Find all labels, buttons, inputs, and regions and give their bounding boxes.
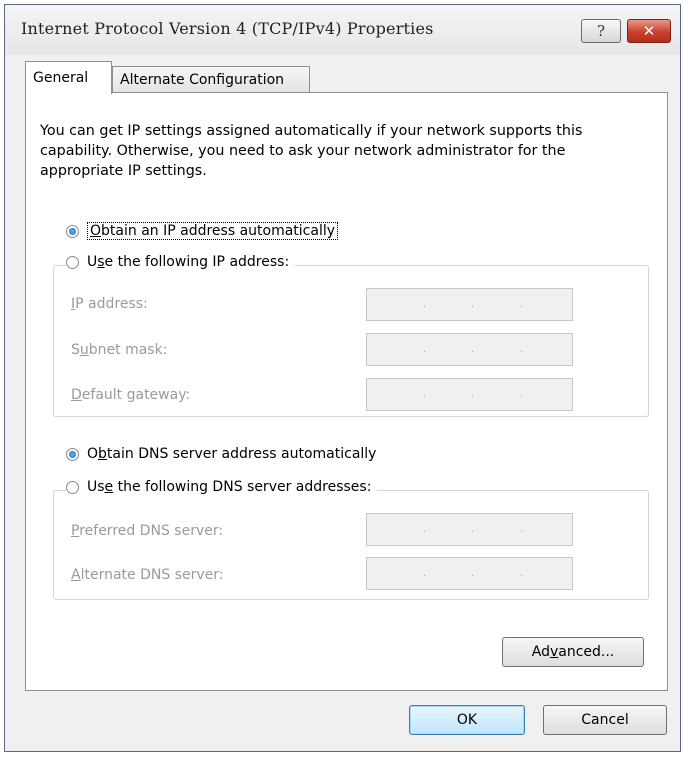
alternate-dns-field[interactable]: ... [366, 557, 573, 590]
use-static-dns-label: Use the following DNS server addresses: [87, 479, 372, 495]
help-icon: ? [596, 22, 606, 40]
subnet-mask-field[interactable]: ... [366, 333, 573, 366]
general-tab-panel: You can get IP settings assigned automat… [25, 92, 668, 691]
use-following-ip-option[interactable]: Use the following IP address: [66, 254, 296, 270]
alternate-dns-label: Alternate DNS server: [71, 567, 224, 583]
close-icon: ✕ [642, 22, 656, 40]
description-text: You can get IP settings assigned automat… [40, 123, 583, 179]
close-button[interactable]: ✕ [627, 19, 671, 43]
title-bar: Internet Protocol Version 4 (TCP/IPv4) P… [5, 5, 680, 55]
obtain-ip-label: Obtain an IP address automatically [87, 222, 339, 240]
default-gateway-field[interactable]: ... [366, 378, 573, 411]
subnet-mask-label: Subnet mask: [71, 342, 168, 358]
obtain-dns-radio[interactable] [66, 447, 79, 461]
advanced-button[interactable]: Advanced... [502, 637, 644, 667]
use-static-ip-radio[interactable] [66, 255, 79, 269]
obtain-dns-label: Obtain DNS server address automatically [87, 446, 377, 462]
preferred-dns-field[interactable]: ... [366, 513, 573, 546]
preferred-dns-label: Preferred DNS server: [71, 523, 224, 539]
ip-address-label: IP address: [71, 296, 148, 312]
help-button[interactable]: ? [581, 19, 621, 43]
obtain-ip-radio[interactable] [66, 224, 79, 238]
default-gateway-label: Default gateway: [71, 387, 191, 403]
ip-address-field[interactable]: ... [366, 288, 573, 321]
cancel-button[interactable]: Cancel [543, 705, 667, 735]
obtain-dns-automatically-option[interactable]: Obtain DNS server address automatically [66, 446, 376, 462]
tab-alternate-configuration[interactable]: Alternate Configuration [112, 66, 310, 93]
ok-button[interactable]: OK [409, 705, 525, 735]
properties-dialog: Internet Protocol Version 4 (TCP/IPv4) P… [4, 4, 681, 752]
window-title: Internet Protocol Version 4 (TCP/IPv4) P… [21, 19, 434, 38]
tab-general[interactable]: General [25, 61, 112, 94]
use-static-dns-radio[interactable] [66, 480, 79, 494]
obtain-ip-automatically-option[interactable]: Obtain an IP address automatically [66, 222, 339, 240]
use-following-dns-option[interactable]: Use the following DNS server addresses: [66, 479, 378, 495]
advanced-button-label: Advanced... [531, 644, 615, 660]
use-static-ip-label: Use the following IP address: [87, 254, 290, 270]
